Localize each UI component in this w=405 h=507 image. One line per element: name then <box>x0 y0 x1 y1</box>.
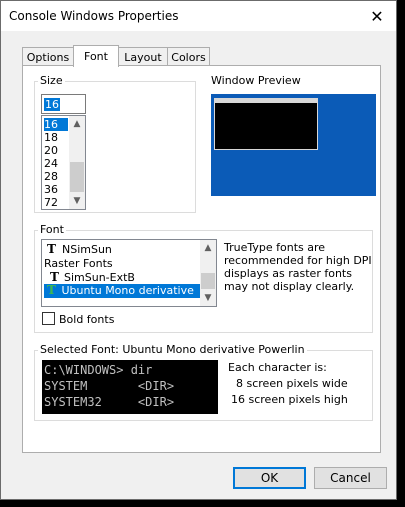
selected-font-label: Selected Font: Ubuntu Mono derivative Po… <box>38 343 307 356</box>
font-group-label: Font <box>38 223 66 236</box>
scroll-thumb[interactable] <box>70 162 84 192</box>
console-line: SYSTEM <DIR> <box>44 379 175 393</box>
size-item-18[interactable]: 18 <box>44 131 58 144</box>
tab-font[interactable]: Font <box>73 45 119 67</box>
scroll-down-icon[interactable]: ▼ <box>200 290 216 306</box>
truetype-note: TrueType fonts are recommended for high … <box>224 241 372 293</box>
scroll-down-icon[interactable]: ▼ <box>69 193 85 209</box>
scroll-thumb[interactable] <box>201 273 215 289</box>
size-item-24[interactable]: 24 <box>44 157 58 170</box>
char-heading: Each character is: <box>228 361 327 374</box>
char-height: 16 screen pixels high <box>231 393 348 406</box>
bold-fonts-label[interactable]: Bold fonts <box>59 313 114 326</box>
cancel-button[interactable]: Cancel <box>314 467 387 489</box>
close-icon[interactable]: ✕ <box>364 5 390 27</box>
size-group-label: Size <box>38 74 65 87</box>
size-item-28[interactable]: 28 <box>44 170 58 183</box>
properties-window: Console Windows Properties ✕ Options Fon… <box>0 0 397 500</box>
scroll-up-icon[interactable]: ▲ <box>200 240 216 256</box>
bold-fonts-checkbox[interactable] <box>42 312 55 325</box>
window-preview <box>211 94 376 196</box>
size-item-20[interactable]: 20 <box>44 144 58 157</box>
size-item-36[interactable]: 36 <box>44 183 58 196</box>
tab-colors[interactable]: Colors <box>167 47 210 66</box>
font-item-ubuntu-mono[interactable]: T Ubuntu Mono derivative Powerlin <box>44 283 200 306</box>
font-item-raster[interactable]: Raster Fonts <box>44 257 113 270</box>
size-list[interactable]: 16 18 20 24 28 36 72 ▲ ▼ <box>41 115 86 210</box>
size-scrollbar[interactable]: ▲ ▼ <box>69 116 85 209</box>
size-input[interactable]: 16 <box>41 94 86 114</box>
font-item-nsimsun[interactable]: NSimSun <box>62 243 112 256</box>
font-sample-console: C:\WINDOWS> dir SYSTEM <DIR> SYSTEM32 <D… <box>42 360 218 414</box>
title-bar: Console Windows Properties ✕ <box>1 1 396 31</box>
window-title: Console Windows Properties <box>9 9 179 23</box>
truetype-icon: T <box>47 242 56 256</box>
preview-label: Window Preview <box>211 74 301 87</box>
truetype-icon: T <box>50 270 59 284</box>
console-line: SYSTEM32 <DIR> <box>44 395 175 409</box>
size-item-72[interactable]: 72 <box>44 196 58 209</box>
font-item-simsun-extb[interactable]: SimSun-ExtB <box>64 271 135 284</box>
font-scrollbar[interactable]: ▲ ▼ <box>200 240 216 306</box>
scroll-up-icon[interactable]: ▲ <box>69 116 85 132</box>
size-item-16[interactable]: 16 <box>44 118 68 131</box>
preview-console-window <box>214 98 318 150</box>
truetype-color-icon: T <box>47 283 56 297</box>
console-line: C:\WINDOWS> dir <box>44 363 153 377</box>
font-list[interactable]: T NSimSun Raster Fonts T SimSun-ExtB T U… <box>41 239 217 307</box>
ok-button[interactable]: OK <box>233 467 306 489</box>
tab-layout[interactable]: Layout <box>118 47 168 66</box>
tab-options[interactable]: Options <box>22 47 74 66</box>
char-width: 8 screen pixels wide <box>236 377 348 390</box>
